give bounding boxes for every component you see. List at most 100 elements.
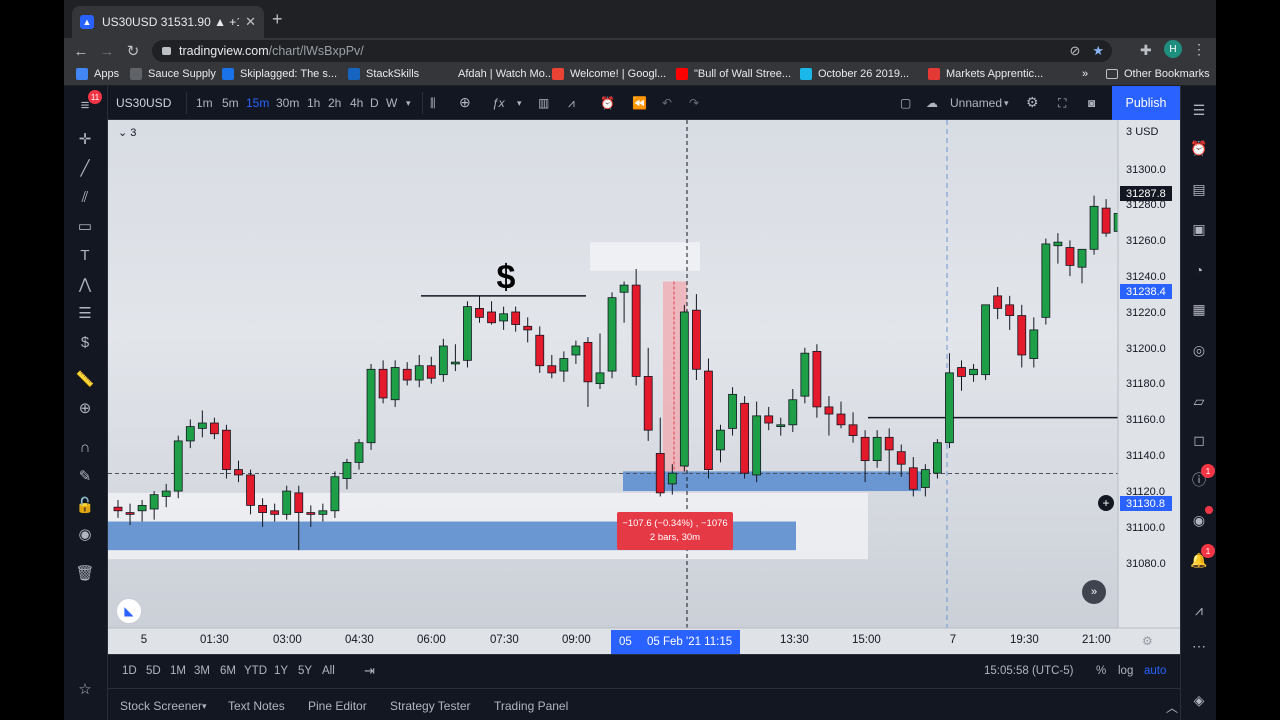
interval-5m[interactable]: 5m <box>222 96 239 110</box>
publish-button[interactable]: Publish <box>1112 86 1180 120</box>
range-1M[interactable]: 1M <box>170 665 186 677</box>
chats-icon[interactable]: ▱ <box>1189 391 1209 411</box>
interval-2h[interactable]: 2h <box>328 96 341 110</box>
settings-gear-icon[interactable]: ⚙ <box>1026 94 1039 111</box>
interval-4h[interactable]: 4h <box>350 96 363 110</box>
range-3M[interactable]: 3M <box>194 665 210 677</box>
bookmark-item[interactable]: October 26 2019... <box>800 68 909 80</box>
legend-toggle[interactable]: ⌄ 3 <box>118 126 136 139</box>
shape-tool-icon[interactable]: ▭ <box>74 215 96 237</box>
replay-icon[interactable]: ⏪ <box>632 96 647 110</box>
chrome-menu-icon[interactable]: ⋮ <box>1192 41 1206 58</box>
pattern-tool-icon[interactable]: ⋀ <box>74 273 96 295</box>
interval-dropdown-icon[interactable]: ▾ <box>406 98 411 109</box>
scroll-to-realtime-button[interactable]: » <box>1082 580 1106 604</box>
watchlist-icon[interactable]: ☰ <box>1189 100 1209 120</box>
visibility-eye-icon[interactable]: ◉ <box>74 523 96 545</box>
indicators-icon[interactable]: ƒx <box>492 96 505 110</box>
price-chart[interactable]: $ ⌄ 3 ◣ » 31300.0 31280.0 31260.0 31240.0 31… <box>108 120 1180 654</box>
footer-tab[interactable]: Stock Screener <box>120 699 202 713</box>
messages-icon[interactable]: ◻ <box>1189 430 1209 450</box>
snapshot-camera-icon[interactable]: ◙ <box>1088 96 1095 110</box>
interval-1h[interactable]: 1h <box>307 96 320 110</box>
compare-add-icon[interactable]: ⊕ <box>459 94 471 111</box>
interval-15m[interactable]: 15m <box>246 96 269 110</box>
range-1Y[interactable]: 1Y <box>274 665 288 677</box>
goto-date-icon[interactable]: ⇥ <box>364 663 375 679</box>
bookmark-item[interactable]: Sauce Supply <box>130 68 216 80</box>
footer-tab[interactable]: Strategy Tester <box>390 699 470 713</box>
url-field[interactable]: tradingview.com/chart/lWsBxpPv/ ⊘ ★ <box>152 40 1112 62</box>
profile-avatar[interactable]: H <box>1164 40 1182 58</box>
close-tab-icon[interactable]: ✕ <box>245 14 256 30</box>
zoom-icon[interactable]: ⊕ <box>74 397 96 419</box>
range-6M[interactable]: 6M <box>220 665 236 677</box>
range-YTD[interactable]: YTD <box>244 665 267 677</box>
layers-icon[interactable]: ◈ <box>1189 690 1209 710</box>
footer-tab-dropdown-icon[interactable]: ▾ <box>202 701 207 712</box>
footer-tab[interactable]: Pine Editor <box>308 699 367 713</box>
bookmark-item[interactable]: Welcome! | Googl... <box>552 68 666 80</box>
bookmark-item[interactable]: Afdah | Watch Mo... <box>440 68 554 80</box>
footer-tab[interactable]: Text Notes <box>228 699 285 713</box>
crosshair-icon[interactable]: ✛ <box>74 128 96 150</box>
log-toggle[interactable]: log <box>1118 665 1133 677</box>
reload-icon[interactable]: ↻ <box>120 42 146 60</box>
hotlist-icon[interactable]: ◔ <box>1189 260 1209 280</box>
fullscreen-icon[interactable]: ⛶ <box>1058 96 1066 111</box>
chart-style-icon[interactable]: ⫼ <box>430 96 436 111</box>
financials-icon[interactable]: ▥ <box>538 96 549 110</box>
symbol-search[interactable]: US30USD <box>116 96 171 110</box>
bookmark-item[interactable]: Apps <box>76 68 119 80</box>
text-tool-icon[interactable]: T <box>74 244 96 266</box>
prediction-tool-icon[interactable]: ☰ <box>74 302 96 324</box>
range-1D[interactable]: 1D <box>122 665 137 677</box>
bookmark-item[interactable]: Markets Apprentic... <box>928 68 1043 80</box>
trend-line-icon[interactable]: ╱ <box>74 157 96 179</box>
camera-blocked-icon[interactable]: ⊘ <box>1069 43 1080 59</box>
layout-icon[interactable]: ▢ <box>900 96 911 110</box>
order-panel-icon[interactable]: ⩘ <box>1189 600 1209 620</box>
data-window-icon[interactable]: ▤ <box>1189 179 1209 199</box>
tradingview-logo-icon[interactable]: ◣ <box>116 598 142 624</box>
cloud-icon[interactable]: ☁ <box>926 96 938 110</box>
bookmark-star-icon[interactable]: ★ <box>1092 43 1104 59</box>
layout-name[interactable]: Unnamed <box>950 96 1002 110</box>
range-5D[interactable]: 5D <box>146 665 161 677</box>
forward-icon[interactable]: → <box>94 43 120 60</box>
alert-icon[interactable]: ⏰ <box>600 96 615 110</box>
range-5Y[interactable]: 5Y <box>298 665 312 677</box>
dom-icon[interactable]: ⋯ <box>1189 636 1209 656</box>
magnet-icon[interactable]: ∩ <box>74 436 96 458</box>
axis-settings-icon[interactable]: ⚙ <box>1142 634 1153 648</box>
percent-toggle[interactable]: % <box>1096 665 1106 677</box>
templates-icon[interactable]: ⩘ <box>568 96 575 111</box>
calendar-icon[interactable]: ▦ <box>1189 299 1209 319</box>
layout-dropdown-icon[interactable]: ▾ <box>1004 98 1009 109</box>
undo-icon[interactable]: ↶ <box>662 96 672 110</box>
other-bookmarks[interactable]: Other Bookmarks <box>1106 68 1210 80</box>
dollar-icon[interactable]: $ <box>74 331 96 353</box>
favorites-star-icon[interactable]: ☆ <box>74 678 96 700</box>
auto-toggle[interactable]: auto <box>1144 665 1166 677</box>
browser-tab[interactable]: ▲ US30USD 31531.90 ▲ +1.94% ✕ <box>72 6 264 38</box>
add-alert-plus-icon[interactable]: + <box>1098 495 1114 511</box>
bookmark-item[interactable]: Skiplagged: The s... <box>222 68 337 80</box>
lock-all-icon[interactable]: 🔓 <box>74 494 96 516</box>
lock-drawing-icon[interactable]: ✎ <box>74 465 96 487</box>
ideas-bulb-icon[interactable]: ◎ <box>1189 340 1209 360</box>
redo-icon[interactable]: ↷ <box>689 96 699 110</box>
news-icon[interactable]: ▣ <box>1189 219 1209 239</box>
clock[interactable]: 15:05:58 (UTC-5) <box>984 665 1073 677</box>
trash-icon[interactable]: 🗑 <box>74 562 96 584</box>
currency-label[interactable]: 3 USD <box>1126 126 1158 138</box>
interval-D[interactable]: D <box>370 96 379 110</box>
fib-tool-icon[interactable]: ⫽ <box>74 186 96 208</box>
bookmark-item[interactable]: StackSkills <box>348 68 419 80</box>
extensions-icon[interactable]: ✚ <box>1140 42 1152 59</box>
collapse-panel-icon[interactable]: ︿ <box>1166 699 1178 716</box>
alerts-clock-icon[interactable]: ⏰ <box>1189 138 1209 158</box>
interval-1m[interactable]: 1m <box>196 96 213 110</box>
new-tab-icon[interactable]: + <box>272 9 283 30</box>
interval-30m[interactable]: 30m <box>276 96 299 110</box>
